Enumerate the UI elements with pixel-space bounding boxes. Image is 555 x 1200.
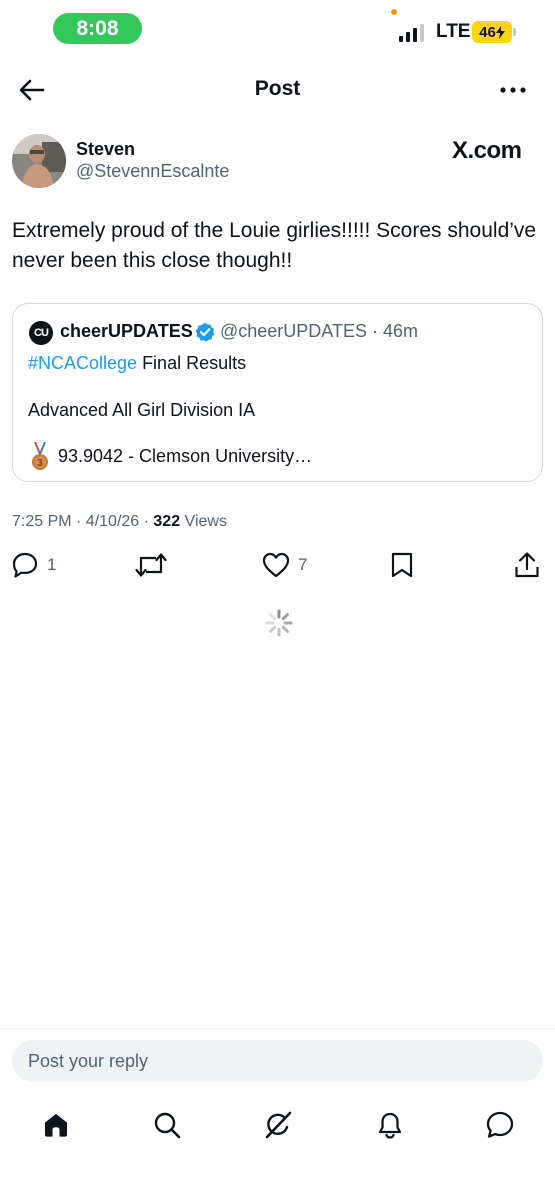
quote-author-name: cheerUPDATES <box>60 321 193 341</box>
like-count: 7 <box>298 555 308 574</box>
verified-badge-icon <box>195 322 215 342</box>
repost-icon <box>135 553 167 577</box>
author-name[interactable]: Steven <box>76 139 135 160</box>
repost-button[interactable] <box>135 550 167 580</box>
reply-icon <box>12 552 38 578</box>
views-label: Views <box>180 513 227 530</box>
quoted-post-card[interactable]: CU cheerUPDATES @cheerUPDATES · 46m #NCA… <box>12 303 543 482</box>
more-options-button[interactable] <box>494 72 532 108</box>
tab-notifications[interactable] <box>370 1108 410 1142</box>
search-icon <box>154 1112 181 1139</box>
status-bar: 8:08 LTE 46 <box>0 0 555 60</box>
quote-line-2: Advanced All Girl Division IA <box>28 400 256 420</box>
reply-count: 1 <box>47 555 57 574</box>
author-avatar[interactable] <box>12 134 66 188</box>
messages-icon <box>486 1111 514 1138</box>
views-count: 322 <box>153 513 181 530</box>
page-title: Post <box>254 77 301 100</box>
home-icon <box>45 1114 67 1137</box>
tab-search[interactable] <box>147 1108 187 1142</box>
battery-tip <box>513 28 516 36</box>
like-button[interactable]: 7 <box>262 550 307 580</box>
third-place-medal-icon: 3 <box>32 442 48 470</box>
bookmark-icon <box>391 552 413 578</box>
quote-author-handle-time: @cheerUPDATES · 46m <box>220 321 418 341</box>
status-time: 8:08 <box>53 13 142 44</box>
reply-button[interactable]: 1 <box>11 550 56 580</box>
network-type: LTE <box>436 21 471 42</box>
bottom-tab-bar <box>0 1100 555 1150</box>
post-timestamp: 7:25 PM · 4/10/26 · <box>12 513 154 530</box>
reply-input[interactable] <box>12 1040 543 1082</box>
heart-icon <box>262 552 290 578</box>
share-icon <box>515 552 539 578</box>
xcom-wordmark: X.com <box>452 137 522 164</box>
author-handle[interactable]: @StevennEscalnte <box>76 161 229 182</box>
post-header: Post <box>0 60 555 120</box>
profile-photo <box>12 134 66 188</box>
quote-line-1-text: Final Results <box>137 353 247 373</box>
quote-line-1: #NCACollege Final Results <box>28 353 246 374</box>
tab-grok[interactable] <box>258 1108 298 1142</box>
tab-messages[interactable] <box>480 1108 520 1142</box>
signal-strength-icon <box>399 22 424 42</box>
battery-level: 46 <box>479 23 496 41</box>
tab-home[interactable] <box>36 1108 76 1142</box>
hashtag-link[interactable]: #NCACollege <box>28 353 137 373</box>
privacy-indicator-dot <box>391 9 397 15</box>
quote-line-3: 93.9042 - Clemson University… <box>58 446 313 466</box>
loading-spinner-icon <box>265 609 293 637</box>
svg-text:3: 3 <box>37 458 43 469</box>
ellipsis-icon <box>500 87 526 93</box>
bookmark-button[interactable] <box>390 550 414 580</box>
notifications-icon <box>378 1112 402 1139</box>
charging-bolt-icon <box>495 25 505 39</box>
share-button[interactable] <box>514 550 540 580</box>
grok-icon <box>265 1111 292 1139</box>
reply-divider <box>0 1028 555 1029</box>
post-text: Extremely proud of the Louie girlies!!!!… <box>12 219 537 272</box>
post-meta: 7:25 PM · 4/10/26 · 322 Views <box>12 513 227 531</box>
battery-icon: 46 <box>472 21 512 43</box>
quote-author-avatar: CU <box>29 321 53 345</box>
